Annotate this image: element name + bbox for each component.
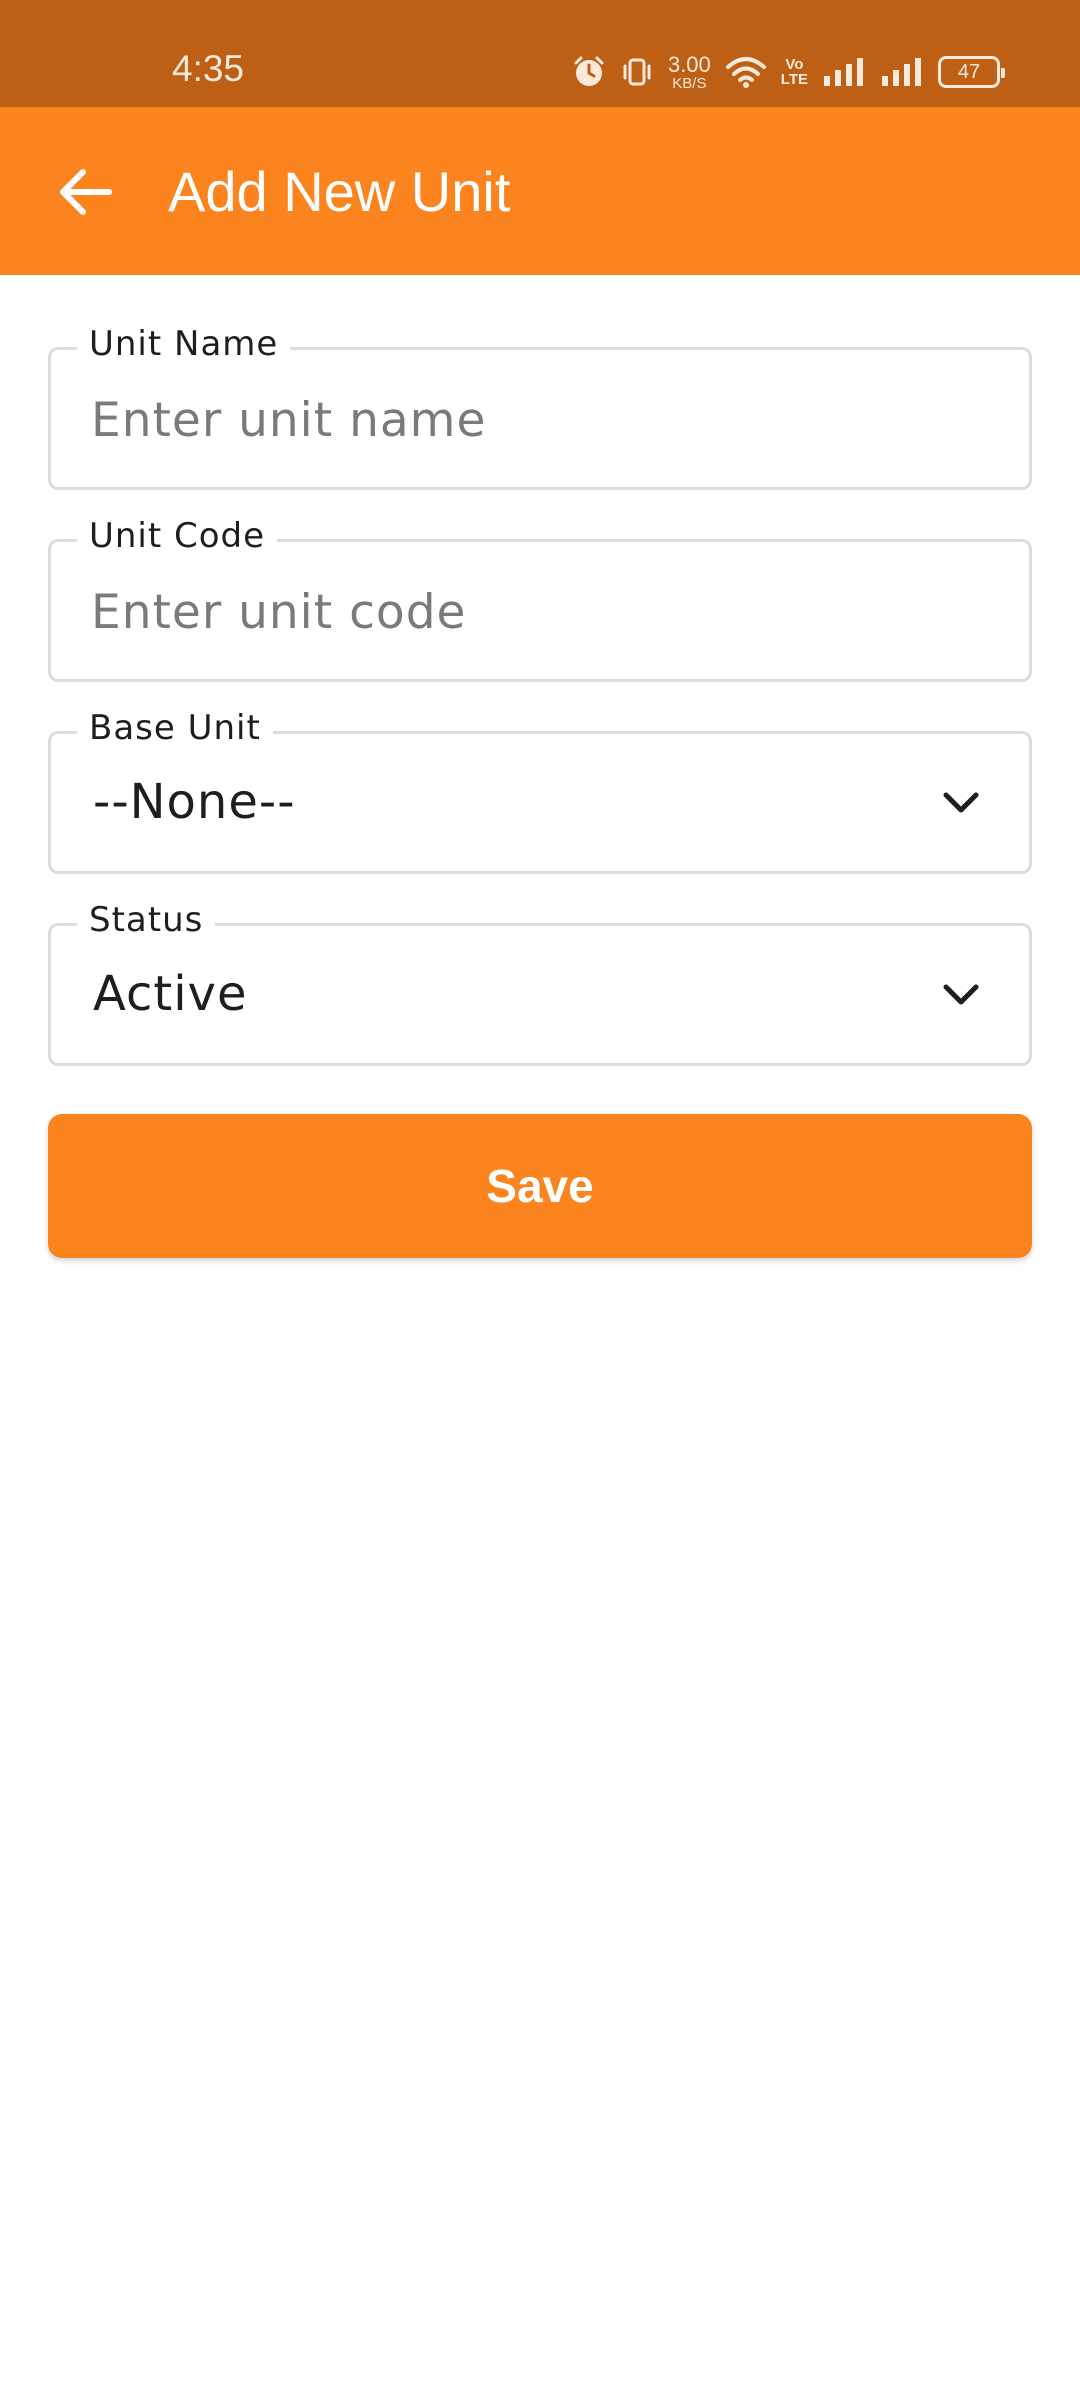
- back-button[interactable]: [50, 157, 120, 227]
- wifi-icon: [725, 55, 767, 89]
- save-button[interactable]: Save: [48, 1114, 1032, 1258]
- page-title: Add New Unit: [168, 160, 511, 223]
- chevron-down-icon: [943, 984, 979, 1005]
- base-unit-select[interactable]: Base Unit --None--: [48, 708, 1032, 874]
- alarm-icon: [572, 55, 606, 89]
- signal-icon-sim1: [822, 56, 866, 88]
- unit-name-input[interactable]: [91, 390, 971, 450]
- vibrate-icon: [620, 55, 654, 89]
- volte-top: Vo: [785, 56, 804, 73]
- status-bar: 4:35 3.00 KB/S Vo LTE 47: [0, 0, 1080, 107]
- unit-code-field: Unit Code: [48, 516, 1032, 682]
- status-time: 4:35: [172, 48, 245, 89]
- save-button-label: Save: [486, 1160, 594, 1212]
- base-unit-label: Base Unit: [77, 708, 273, 748]
- app-bar: Add New Unit: [0, 107, 1080, 275]
- arrow-left-icon: [60, 169, 112, 215]
- network-speed-value: 3.00: [667, 51, 711, 77]
- status-label: Status: [77, 900, 216, 940]
- signal-icon-sim2: [880, 56, 924, 88]
- status-value: Active: [93, 966, 248, 1022]
- unit-name-label: Unit Name: [77, 324, 291, 364]
- network-speed-unit: KB/S: [672, 74, 707, 92]
- network-speed: 3.00 KB/S: [667, 51, 711, 92]
- status-icons: 3.00 KB/S Vo LTE 47: [572, 50, 1005, 94]
- unit-code-input[interactable]: [91, 582, 971, 642]
- unit-code-label: Unit Code: [77, 516, 278, 556]
- chevron-down-icon: [943, 792, 979, 813]
- battery-indicator: 47: [938, 56, 1005, 88]
- volte-indicator: Vo LTE: [781, 57, 808, 87]
- unit-name-field: Unit Name: [48, 324, 1032, 490]
- status-select[interactable]: Status Active: [48, 900, 1032, 1066]
- base-unit-value: --None--: [93, 774, 296, 830]
- volte-bottom: LTE: [780, 71, 808, 88]
